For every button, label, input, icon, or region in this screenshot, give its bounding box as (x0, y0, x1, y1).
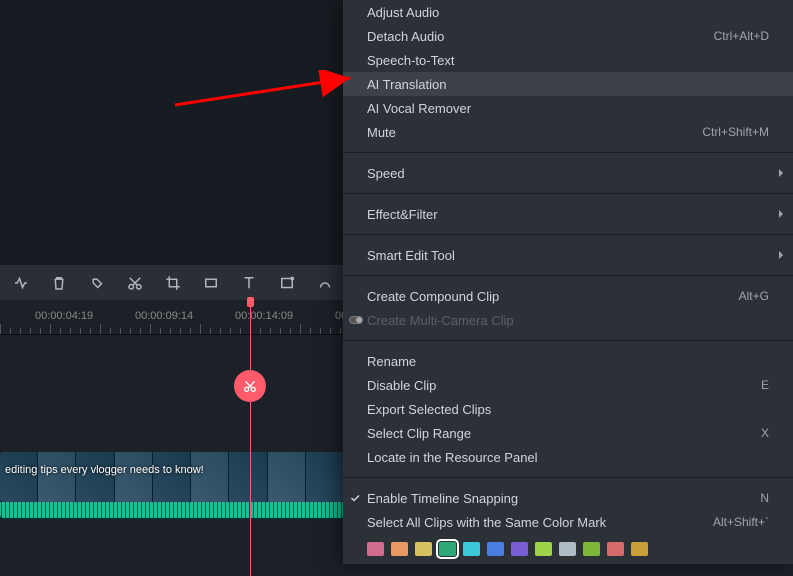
menu-item-speech-to-text[interactable]: Speech-to-Text (343, 48, 793, 72)
chevron-right-icon (779, 169, 783, 177)
menu-item-label: Locate in the Resource Panel (367, 450, 538, 465)
tag-icon[interactable] (88, 274, 106, 292)
color-swatch[interactable] (607, 542, 624, 556)
menu-item-ai-translation[interactable]: AI Translation (343, 72, 793, 96)
menu-item-effect-filter[interactable]: Effect&Filter (343, 202, 793, 226)
chevron-right-icon (779, 251, 783, 259)
time-label: 00:00:09:14 (135, 310, 193, 322)
menu-item-label: Select All Clips with the Same Color Mar… (367, 515, 606, 530)
crop-icon[interactable] (164, 274, 182, 292)
menu-shortcut: Ctrl+Shift+M (702, 125, 769, 139)
color-swatch[interactable] (487, 542, 504, 556)
menu-separator (343, 193, 793, 194)
menu-item-adjust-audio[interactable]: Adjust Audio (343, 0, 793, 24)
menu-item-speed[interactable]: Speed (343, 161, 793, 185)
menu-item-create-compound-clip[interactable]: Create Compound Clip Alt+G (343, 284, 793, 308)
color-swatch[interactable] (535, 542, 552, 556)
menu-item-label: AI Vocal Remover (367, 101, 471, 116)
frame-icon[interactable] (278, 274, 296, 292)
menu-separator (343, 477, 793, 478)
menu-item-locate-in-the-resource-panel[interactable]: Locate in the Resource Panel (343, 445, 793, 469)
time-label: 00:00:04:19 (35, 310, 93, 322)
menu-item-label: Enable Timeline Snapping (367, 491, 518, 506)
menu-item-label: Select Clip Range (367, 426, 471, 441)
chevron-right-icon (779, 210, 783, 218)
menu-item-enable-timeline-snapping[interactable]: Enable Timeline Snapping N (343, 486, 793, 510)
time-label: 00:00:14:09 (235, 310, 293, 322)
cut-icon[interactable] (126, 274, 144, 292)
check-icon (349, 492, 361, 504)
playhead-line (250, 300, 251, 576)
color-swatch[interactable] (391, 542, 408, 556)
toggle-pill-icon (349, 316, 363, 324)
menu-shortcut: E (761, 378, 769, 392)
rectangle-icon[interactable] (202, 274, 220, 292)
menu-separator (343, 275, 793, 276)
audio-waveform[interactable] (0, 502, 344, 518)
menu-item-rename[interactable]: Rename (343, 349, 793, 373)
menu-item-label: Disable Clip (367, 378, 436, 393)
clip-title: editing tips every vlogger needs to know… (5, 464, 204, 476)
menu-item-export-selected-clips[interactable]: Export Selected Clips (343, 397, 793, 421)
playhead-cut-button[interactable] (234, 370, 266, 402)
audio-node-icon[interactable] (12, 274, 30, 292)
menu-item-label: Export Selected Clips (367, 402, 491, 417)
color-swatch[interactable] (631, 542, 648, 556)
color-swatch[interactable] (367, 542, 384, 556)
color-swatch[interactable] (511, 542, 528, 556)
context-menu: Adjust Audio Detach Audio Ctrl+Alt+D Speech… (343, 0, 793, 564)
menu-item-label: Detach Audio (367, 29, 444, 44)
preview-area (0, 0, 343, 265)
menu-shortcut: X (761, 426, 769, 440)
color-swatch[interactable] (463, 542, 480, 556)
menu-shortcut: N (760, 491, 769, 505)
menu-item-select-clip-range[interactable]: Select Clip Range X (343, 421, 793, 445)
color-swatch[interactable] (439, 542, 456, 556)
delete-icon[interactable] (50, 274, 68, 292)
menu-item-label: Speech-to-Text (367, 53, 454, 68)
menu-item-disable-clip[interactable]: Disable Clip E (343, 373, 793, 397)
menu-item-label: Smart Edit Tool (367, 248, 455, 263)
color-swatch[interactable] (415, 542, 432, 556)
menu-item-mute[interactable]: Mute Ctrl+Shift+M (343, 120, 793, 144)
menu-item-detach-audio[interactable]: Detach Audio Ctrl+Alt+D (343, 24, 793, 48)
menu-item-label: Adjust Audio (367, 5, 439, 20)
menu-item-select-all-clips-with-the-same-color-mark[interactable]: Select All Clips with the Same Color Mar… (343, 510, 793, 534)
menu-item-label: Create Compound Clip (367, 289, 499, 304)
color-swatch[interactable] (583, 542, 600, 556)
arc-icon[interactable] (316, 274, 334, 292)
menu-shortcut: Alt+G (739, 289, 769, 303)
color-swatch-row (343, 534, 793, 564)
menu-item-create-multi-camera-clip: Create Multi-Camera Clip (343, 308, 793, 332)
menu-separator (343, 152, 793, 153)
video-clip[interactable]: editing tips every vlogger needs to know… (0, 452, 344, 502)
color-swatch[interactable] (559, 542, 576, 556)
text-icon[interactable] (240, 274, 258, 292)
menu-item-label: Effect&Filter (367, 207, 438, 222)
menu-separator (343, 340, 793, 341)
menu-item-label: AI Translation (367, 77, 447, 92)
menu-item-ai-vocal-remover[interactable]: AI Vocal Remover (343, 96, 793, 120)
menu-item-label: Mute (367, 125, 396, 140)
menu-item-smart-edit-tool[interactable]: Smart Edit Tool (343, 243, 793, 267)
menu-item-label: Create Multi-Camera Clip (367, 313, 514, 328)
menu-item-label: Speed (367, 166, 405, 181)
menu-item-label: Rename (367, 354, 416, 369)
menu-shortcut: Alt+Shift+` (713, 515, 769, 529)
menu-separator (343, 234, 793, 235)
menu-shortcut: Ctrl+Alt+D (714, 29, 769, 43)
